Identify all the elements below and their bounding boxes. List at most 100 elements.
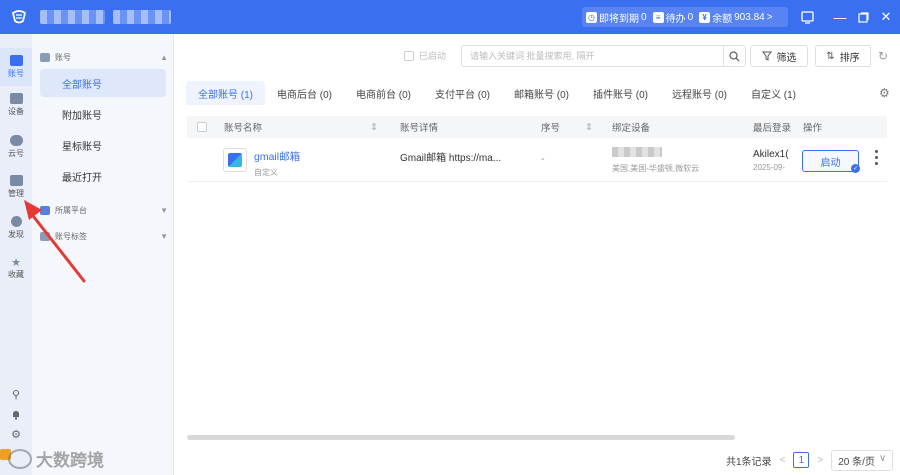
tab-all-accounts[interactable]: 全部账号 (1) xyxy=(186,81,265,105)
account-group-icon xyxy=(40,53,50,62)
account-index: - xyxy=(541,153,545,165)
tab-ecommerce-frontend[interactable]: 电商前台 (0) xyxy=(344,81,423,105)
sort-toggle-icon[interactable]: ⇕ xyxy=(370,116,378,138)
more-options-icon[interactable] xyxy=(873,150,879,165)
app-logo-icon xyxy=(11,10,27,24)
rail-label: 发现 xyxy=(8,230,24,239)
tab-custom[interactable]: 自定义 (1) xyxy=(739,81,808,105)
last-login-date: 2025-09- xyxy=(753,163,786,172)
filter-label: 筛选 xyxy=(776,52,797,64)
column-header-last-login: 最后登录 xyxy=(753,123,792,134)
search-icon[interactable] xyxy=(723,46,745,66)
account-avatar xyxy=(223,148,247,172)
chevron-down-icon: ∨ xyxy=(878,452,887,464)
check-badge-icon: ✓ xyxy=(851,164,860,173)
page-number-button[interactable]: 1 xyxy=(793,452,810,468)
sort-toggle-icon[interactable]: ⇕ xyxy=(585,116,593,138)
chevron-right-icon: > xyxy=(766,11,773,23)
tab-plugin-accounts[interactable]: 插件账号 (0) xyxy=(581,81,660,105)
status-summary[interactable]: ◷ 即将到期 0 ≡ 待办 0 ¥ 余额 903.84 > xyxy=(582,7,788,27)
pin-icon[interactable]: ⚲ xyxy=(10,389,22,401)
maximize-icon[interactable] xyxy=(855,9,871,25)
sidebar-group-account[interactable]: 账号 ▲ xyxy=(40,52,168,63)
sort-label: 排序 xyxy=(839,52,860,64)
column-header-action: 操作 xyxy=(799,116,827,138)
tab-settings-icon[interactable]: ⚙ xyxy=(879,86,890,100)
notification-icon[interactable] xyxy=(799,9,815,25)
manage-icon xyxy=(9,175,23,186)
account-logo-icon xyxy=(228,153,242,167)
rail-item-cloud[interactable]: 云号 xyxy=(0,128,32,166)
sidebar-item-additional-accounts[interactable]: 附加账号 xyxy=(40,100,166,128)
sidebar-item-starred-accounts[interactable]: 星标账号 xyxy=(40,131,166,159)
select-all-checkbox[interactable] xyxy=(197,116,207,138)
launched-checkbox[interactable] xyxy=(404,50,414,61)
launched-filter[interactable]: 已启动 xyxy=(404,49,446,62)
chevron-down-icon: ▼ xyxy=(160,206,168,215)
account-name-link[interactable]: gmail邮箱 xyxy=(254,149,300,164)
tab-email-accounts[interactable]: 邮箱账号 (0) xyxy=(502,81,581,105)
balance-status[interactable]: ¥ 余额 903.84 > xyxy=(699,10,773,25)
device-redacted xyxy=(612,147,662,157)
sidebar-item-label: 附加账号 xyxy=(62,110,102,122)
rail-item-discover[interactable]: 发现 xyxy=(0,209,32,247)
wallet-icon: ¥ xyxy=(699,11,711,23)
settings-icon[interactable]: ⚙ xyxy=(10,429,22,441)
pending-count: 0 xyxy=(687,11,694,23)
pending-status[interactable]: ≡ 待办 0 xyxy=(652,10,694,25)
sidebar-group-platform[interactable]: 所属平台 ▼ xyxy=(40,205,168,216)
tab-payment-platform[interactable]: 支付平台 (0) xyxy=(423,81,502,105)
tab-ecommerce-backend[interactable]: 电商后台 (0) xyxy=(265,81,344,105)
sort-button[interactable]: ⇅ 排序 xyxy=(815,45,871,67)
rail-item-manage[interactable]: 管理 xyxy=(0,168,32,206)
sort-icon: ⇅ xyxy=(826,50,835,62)
cloud-icon xyxy=(9,135,23,146)
bell-icon[interactable] xyxy=(10,409,22,421)
search-input[interactable] xyxy=(462,46,723,66)
status-clock-icon: ◷ xyxy=(586,11,597,23)
launched-label: 已启动 xyxy=(419,51,447,61)
sidebar-item-recent[interactable]: 最近打开 xyxy=(40,162,166,190)
balance-label: 余额 xyxy=(712,13,733,25)
rail-item-favorites[interactable]: ★ 收藏 xyxy=(0,250,32,288)
rail-item-account[interactable]: 账号 xyxy=(0,48,32,86)
page-size-value: 20 条/页 xyxy=(838,456,875,468)
prev-page-button[interactable]: < xyxy=(780,455,786,466)
filter-button[interactable]: 筛选 xyxy=(750,45,808,67)
filter-icon xyxy=(761,51,772,61)
sidebar-group-tags[interactable]: 账号标签 ▼ xyxy=(40,231,168,242)
toolbar: 已启动 筛选 ⇅ 排序 ↻ xyxy=(174,43,900,69)
tag-group-icon xyxy=(40,232,50,241)
table-header: 账号名称 ⇕ 账号详情 序号 ⇕ 绑定设备 最后登录 操作 xyxy=(187,116,887,138)
pending-icon: ≡ xyxy=(652,11,664,23)
expiring-count: 0 xyxy=(641,11,647,23)
table-row[interactable]: gmail邮箱 自定义 Gmail邮箱 https://ma... - 美国,美… xyxy=(187,138,887,182)
search-box xyxy=(461,45,746,67)
title-bar: ◷ 即将到期 0 ≡ 待办 0 ¥ 余额 903.84 > — ✕ xyxy=(0,0,900,34)
minimize-icon[interactable]: — xyxy=(832,9,848,25)
rail-label: 管理 xyxy=(8,189,24,198)
sidebar-item-all-accounts[interactable]: 全部账号 xyxy=(40,69,166,97)
nav-rail: 账号 设备 云号 管理 发现 ★ 收藏 ⚲ ⚙ xyxy=(0,34,32,475)
chevron-up-icon: ▲ xyxy=(160,53,168,62)
discover-icon xyxy=(10,216,22,227)
rail-item-device[interactable]: 设备 xyxy=(0,86,32,124)
refresh-icon[interactable]: ↻ xyxy=(878,49,888,63)
total-records: 共1条记录 xyxy=(726,456,772,468)
watermark-logo-icon xyxy=(8,448,32,469)
title-redacted xyxy=(40,10,105,24)
expiring-status[interactable]: ◷ 即将到期 0 xyxy=(586,10,647,25)
last-login-user: Akilex1( xyxy=(753,149,789,160)
horizontal-scrollbar[interactable] xyxy=(187,435,735,440)
column-header-device: 绑定设备 xyxy=(612,123,651,134)
next-page-button[interactable]: > xyxy=(817,455,823,466)
tab-remote-accounts[interactable]: 远程账号 (0) xyxy=(660,81,739,105)
account-sidebar: 账号 ▲ 全部账号 附加账号 星标账号 最近打开 所属平台 ▼ 账号标签 ▼ xyxy=(32,34,174,475)
close-icon[interactable]: ✕ xyxy=(878,9,894,25)
account-detail: Gmail邮箱 https://ma... xyxy=(400,153,502,164)
launch-button[interactable]: 启动 ✓ xyxy=(802,150,860,173)
sidebar-item-label: 全部账号 xyxy=(62,79,102,91)
page-size-select[interactable]: 20 条/页 ∨ xyxy=(831,449,894,471)
watermark-text: 大数跨境 xyxy=(36,451,104,470)
launch-label: 启动 xyxy=(820,157,841,169)
